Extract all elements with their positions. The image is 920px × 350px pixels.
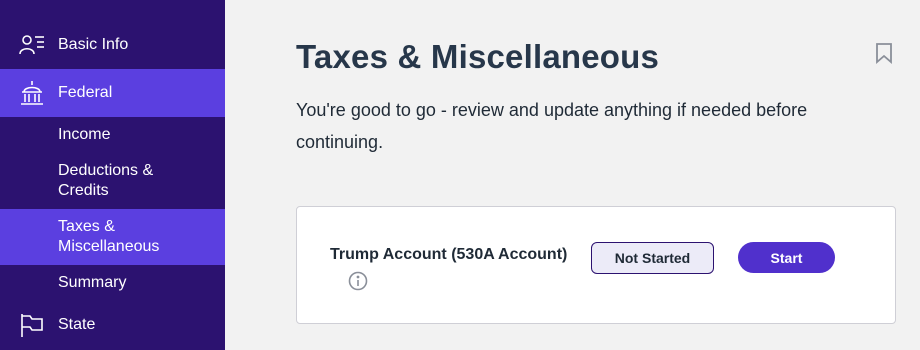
page-title: Taxes & Miscellaneous xyxy=(296,38,660,75)
sidebar-item-label: Deductions & Credits xyxy=(58,162,154,199)
sidebar-item-income[interactable]: Income xyxy=(0,117,225,153)
status-badge: Not Started xyxy=(591,242,714,274)
sidebar-item-taxes-miscellaneous[interactable]: Taxes & Miscellaneous xyxy=(0,209,225,265)
info-icon[interactable] xyxy=(348,271,368,291)
sidebar-item-label: Basic Info xyxy=(58,36,129,53)
sidebar: Basic Info Federal Income Deductions & C… xyxy=(0,0,225,350)
task-card: Trump Account (530A Account) Not Started… xyxy=(296,206,896,324)
sidebar-item-state[interactable]: State xyxy=(0,301,225,350)
sidebar-item-label: Income xyxy=(58,126,111,143)
sidebar-item-label: Summary xyxy=(58,274,127,291)
main-content: Taxes & Miscellaneous You're good to go … xyxy=(225,0,920,350)
sidebar-item-label: State xyxy=(58,316,96,333)
capitol-icon xyxy=(19,80,45,106)
flag-icon xyxy=(19,312,45,338)
page-subtitle: You're good to go - review and update an… xyxy=(296,100,808,152)
sidebar-item-label: Taxes & Miscellaneous xyxy=(58,218,160,255)
sidebar-item-label: Federal xyxy=(58,84,113,101)
sidebar-item-basic-info[interactable]: Basic Info xyxy=(0,21,225,69)
sidebar-item-summary[interactable]: Summary xyxy=(0,265,225,301)
sidebar-item-deductions-credits[interactable]: Deductions & Credits xyxy=(0,153,225,209)
card-title: Trump Account (530A Account) xyxy=(330,246,568,263)
start-button[interactable]: Start xyxy=(738,242,835,273)
bookmark-icon[interactable] xyxy=(875,42,893,64)
person-list-icon xyxy=(19,32,45,58)
sidebar-item-federal[interactable]: Federal xyxy=(0,69,225,117)
